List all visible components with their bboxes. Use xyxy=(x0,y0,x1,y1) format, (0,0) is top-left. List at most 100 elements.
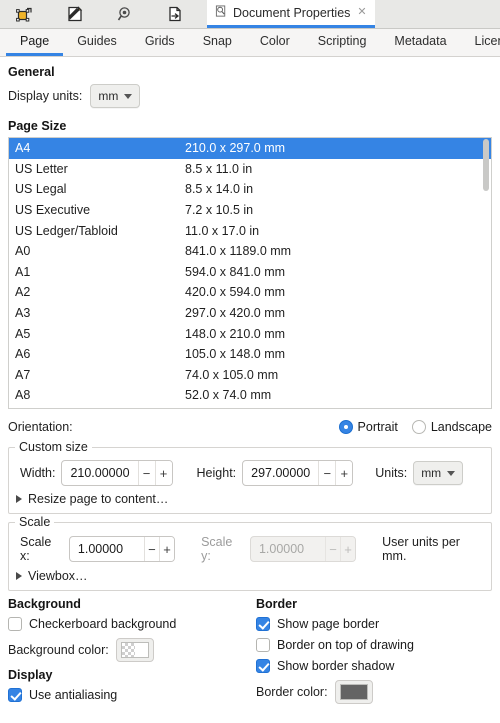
background-color-button[interactable] xyxy=(115,638,154,662)
tab-guides[interactable]: Guides xyxy=(63,29,131,56)
page-size-row[interactable]: US Letter 8.5 x 11.0 in xyxy=(9,159,491,180)
edit-objects-icon-button[interactable] xyxy=(0,0,50,28)
page-size-row[interactable]: A2 420.0 x 594.0 mm xyxy=(9,282,491,303)
pencil-page-icon-button[interactable] xyxy=(50,0,100,28)
page-size-row-dimensions: 148.0 x 210.0 mm xyxy=(185,326,286,341)
display-units-dropdown[interactable]: mm xyxy=(90,84,141,108)
radio-portrait[interactable]: Portrait xyxy=(338,420,398,434)
viewbox-expander[interactable]: Viewbox… xyxy=(16,569,484,583)
page-size-list[interactable]: A4 210.0 x 297.0 mm US Letter 8.5 x 11.0 in… xyxy=(8,137,492,409)
page-size-scrollbar[interactable] xyxy=(482,139,490,407)
bottom-options: Background Checkerboard background Backg… xyxy=(8,597,492,705)
tab-grids-label: Grids xyxy=(144,34,175,48)
custom-size-units-dropdown[interactable]: mm xyxy=(413,461,464,485)
page-size-row[interactable]: A3 297.0 x 420.0 mm xyxy=(9,303,491,324)
page-size-row[interactable]: US Legal 8.5 x 14.0 in xyxy=(9,179,491,200)
width-label: Width: xyxy=(20,466,56,480)
tab-license[interactable]: License xyxy=(461,29,500,56)
background-color-label: Background color: xyxy=(8,643,109,657)
custom-size-units-value: mm xyxy=(421,466,442,480)
page-size-row-name: US Ledger/Tabloid xyxy=(15,223,118,238)
page-size-row-dimensions: 7.2 x 10.5 in xyxy=(185,203,254,218)
page-size-row-name: A6 xyxy=(15,347,31,362)
page-size-row[interactable]: A7 74.0 x 105.0 mm xyxy=(9,365,491,386)
background-color-row: Background color: xyxy=(8,638,256,662)
tab-metadata[interactable]: Metadata xyxy=(380,29,460,56)
properties-tabbar: Page Guides Grids Snap Color Scripting M… xyxy=(0,29,500,57)
tab-scripting[interactable]: Scripting xyxy=(304,29,381,56)
tab-color-label: Color xyxy=(259,34,290,48)
page-size-row-name: A3 xyxy=(15,306,31,321)
width-increment-button[interactable]: + xyxy=(154,461,172,485)
scale-y-input: 1.00000 xyxy=(258,542,305,556)
page-size-row-dimensions: 74.0 x 105.0 mm xyxy=(185,367,279,382)
page-size-row-name: A8 xyxy=(15,388,31,403)
document-properties-tab[interactable]: Document Properties ✕ xyxy=(207,0,375,28)
page-size-row[interactable]: A1 594.0 x 841.0 mm xyxy=(9,262,491,283)
close-icon[interactable]: ✕ xyxy=(357,7,366,18)
scrollbar-thumb[interactable] xyxy=(483,139,489,191)
width-input[interactable]: 210.00000 xyxy=(62,461,137,485)
scale-units-note: User units per mm. xyxy=(382,535,460,563)
page-size-row[interactable]: A0 841.0 x 1189.0 mm xyxy=(9,241,491,262)
show-page-border-checkbox[interactable]: Show page border xyxy=(256,613,492,634)
border-on-top-checkbox[interactable]: Border on top of drawing xyxy=(256,634,492,655)
checkbox-indicator xyxy=(8,616,22,631)
background-display-column: Background Checkerboard background Backg… xyxy=(8,597,256,705)
export-page-icon xyxy=(166,5,184,23)
orientation-label: Orientation: xyxy=(8,420,73,434)
height-increment-button[interactable]: + xyxy=(335,461,353,485)
tab-snap[interactable]: Snap xyxy=(189,29,246,56)
scale-x-increment-button[interactable]: + xyxy=(158,537,175,561)
orientation-radio-group: Portrait Landscape xyxy=(338,420,492,434)
chevron-right-icon xyxy=(16,572,22,580)
tab-metadata-label: Metadata xyxy=(394,34,447,48)
page-size-row-dimensions: 297.0 x 420.0 mm xyxy=(185,306,286,321)
use-antialiasing-label: Use antialiasing xyxy=(29,687,118,702)
page-size-row-dimensions: 8.5 x 11.0 in xyxy=(185,161,253,176)
height-spinbutton[interactable]: 297.00000 − + xyxy=(242,460,354,486)
tab-color[interactable]: Color xyxy=(246,29,304,56)
scale-x-label: Scale x: xyxy=(20,535,52,563)
scale-body: Scale x: 1.00000 − + Scale y: 1.00000 − … xyxy=(16,523,484,563)
checkerboard-background-label: Checkerboard background xyxy=(29,616,177,631)
page-size-row[interactable]: A6 105.0 x 148.0 mm xyxy=(9,344,491,365)
page-size-row[interactable]: A8 52.0 x 74.0 mm xyxy=(9,385,491,406)
display-units-row: Display units: mm xyxy=(8,84,492,108)
border-color-swatch xyxy=(339,684,368,700)
scale-x-input[interactable]: 1.00000 xyxy=(70,537,144,561)
page-size-row[interactable]: US Executive 7.2 x 10.5 in xyxy=(9,200,491,221)
use-antialiasing-checkbox[interactable]: Use antialiasing xyxy=(8,684,256,705)
show-border-shadow-checkbox[interactable]: Show border shadow xyxy=(256,655,492,676)
custom-size-units-label: Units: xyxy=(375,466,408,480)
tab-page-label: Page xyxy=(20,34,50,48)
resize-page-to-content-expander[interactable]: Resize page to content… xyxy=(16,492,484,506)
custom-size-frame: Custom size Width: 210.00000 − + Height:… xyxy=(8,440,492,514)
border-on-top-label: Border on top of drawing xyxy=(277,637,414,652)
tab-grids[interactable]: Grids xyxy=(131,29,189,56)
page-size-row-dimensions: 210.0 x 297.0 mm xyxy=(185,141,286,156)
snap-magnifier-icon-button[interactable] xyxy=(100,0,150,28)
scale-x-spinbutton[interactable]: 1.00000 − + xyxy=(68,536,176,562)
border-color-row: Border color: xyxy=(256,680,492,704)
page-size-row[interactable]: A5 148.0 x 210.0 mm xyxy=(9,323,491,344)
custom-size-title: Custom size xyxy=(15,440,92,454)
page-size-row[interactable]: A4 210.0 x 297.0 mm xyxy=(9,138,491,159)
radio-landscape[interactable]: Landscape xyxy=(411,420,492,434)
height-decrement-button[interactable]: − xyxy=(318,461,336,485)
page-size-row[interactable]: US Ledger/Tabloid 11.0 x 17.0 in xyxy=(9,220,491,241)
show-page-border-label: Show page border xyxy=(277,616,380,631)
scale-x-decrement-button[interactable]: − xyxy=(143,537,159,561)
page-size-section-title: Page Size xyxy=(8,119,67,133)
display-units-value: mm xyxy=(98,89,119,103)
export-page-icon-button[interactable] xyxy=(150,0,200,28)
checkbox-indicator xyxy=(256,616,270,631)
tab-page[interactable]: Page xyxy=(6,29,64,56)
chevron-down-icon xyxy=(124,93,133,99)
height-input[interactable]: 297.00000 xyxy=(243,461,318,485)
page-size-row-dimensions: 105.0 x 148.0 mm xyxy=(185,347,286,362)
width-decrement-button[interactable]: − xyxy=(137,461,155,485)
width-spinbutton[interactable]: 210.00000 − + xyxy=(61,460,173,486)
checkerboard-background-checkbox[interactable]: Checkerboard background xyxy=(8,613,256,634)
border-color-button[interactable] xyxy=(334,680,373,704)
